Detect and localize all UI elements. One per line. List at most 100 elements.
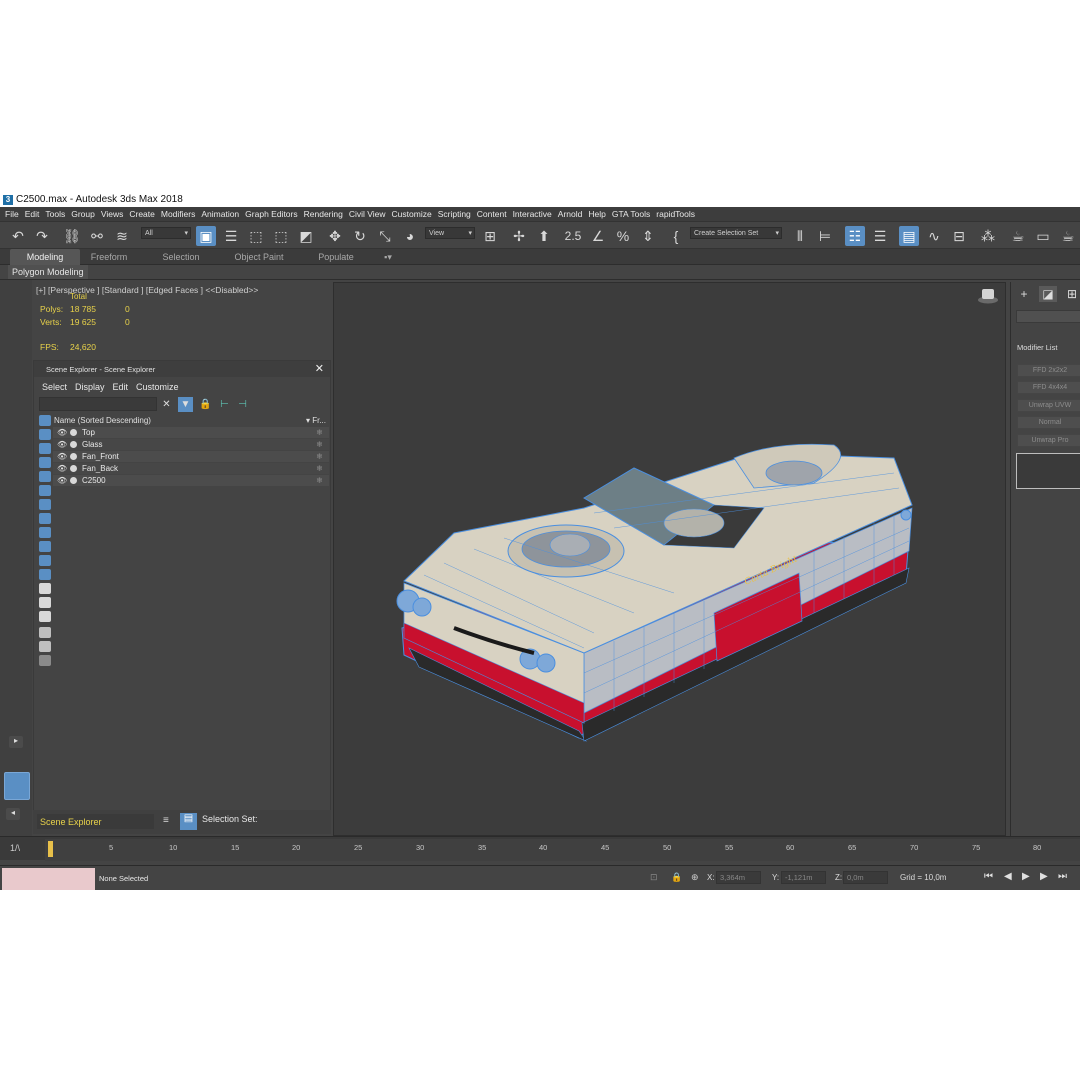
schematic-view-icon[interactable]: ⊟ [949,226,969,246]
freeze-icon[interactable]: ❄ [316,440,323,449]
timeline-track[interactable]: 5 10 15 20 25 30 35 40 45 50 55 60 65 70… [45,839,1080,861]
list-item[interactable]: 👁 Top ❄ [53,427,329,438]
menu-interactive[interactable]: Interactive [513,209,552,219]
selection-filter-dropdown[interactable]: All [141,227,191,239]
go-to-end-icon[interactable]: ⏭ [1058,871,1067,882]
menu-tools[interactable]: Tools [45,209,65,219]
scene-explorer-dropdown[interactable]: Scene Explorer [37,814,154,829]
modifier-ffd-2x2x2[interactable]: FFD 2x2x2 [1017,364,1080,377]
use-pivot-center-icon[interactable]: ⊞ [480,226,500,246]
column-frozen[interactable]: ▾ Fr... [306,416,326,425]
x-coordinate-field[interactable]: 3,364m [716,871,761,884]
named-selection-icon[interactable]: { [666,226,686,246]
time-slider-handle[interactable] [48,841,53,857]
freeze-icon[interactable]: ❄ [316,476,323,485]
modifier-unwrap-pro[interactable]: Unwrap Pro [1017,434,1080,447]
menu-scripting[interactable]: Scripting [438,209,471,219]
selection-set-dropdown[interactable]: Create Selection Set [690,227,782,239]
selection-lock-icon[interactable]: 🔒 [671,872,682,883]
modifier-unwrap-uvw[interactable]: Unwrap UVW [1017,399,1080,412]
ref-coord-dropdown[interactable]: View [425,227,475,239]
filter-containers-icon[interactable] [39,541,51,552]
move-icon[interactable]: ✥ [325,226,345,246]
tab-modeling[interactable]: Modeling [10,249,80,265]
select-manipulate-icon[interactable]: ◩ [296,226,316,246]
eye-icon[interactable]: 👁 [57,428,67,437]
explorer-search-input[interactable] [39,397,157,411]
filter-xrefs-icon[interactable] [39,513,51,524]
menu-group[interactable]: Group [71,209,95,219]
clear-search-icon[interactable]: ✕ [159,397,174,412]
freeze-icon[interactable]: ❄ [316,452,323,461]
modifier-normal[interactable]: Normal [1017,416,1080,429]
layer-explorer-icon[interactable]: ☰ [870,226,890,246]
render-dot-icon[interactable] [70,441,77,448]
object-name[interactable]: C2500 [82,476,106,485]
percent-snap-icon[interactable]: % [613,226,633,246]
link-icon[interactable]: ⛓ [62,226,82,246]
angle-snap-icon[interactable]: ∠ [588,226,608,246]
menu-rendering[interactable]: Rendering [304,209,343,219]
menu-gta-tools[interactable]: GTA Tools [612,209,650,219]
go-to-start-icon[interactable]: ⏮ [984,871,993,882]
play-icon[interactable]: ▶ [1022,871,1030,882]
filter-hidden-icon[interactable] [39,569,51,580]
select-object-icon[interactable]: ▣ [196,226,216,246]
curve-editor-icon[interactable]: ∿ [924,226,944,246]
mirror-icon[interactable]: ⫴ [790,226,810,246]
filter-bones-icon[interactable] [39,527,51,538]
subtab-polygon-modeling[interactable]: Polygon Modeling [8,265,88,279]
explorer-column-header[interactable]: Name (Sorted Descending) ▾ Fr... [53,415,329,426]
filter-groups-icon[interactable] [39,499,51,510]
align-icon[interactable]: ⊨ [815,226,835,246]
render-icon[interactable]: ☕ [1058,226,1078,246]
hierarchy-tab-icon[interactable]: ⊞ [1063,286,1080,302]
next-frame-icon[interactable]: ▶ [1040,871,1048,882]
selection-set-icon[interactable]: ▤ [180,813,197,830]
freeze-icon[interactable]: ❄ [316,464,323,473]
viewcube-icon[interactable] [977,287,999,305]
timeline[interactable]: 1/\ 5 10 15 20 25 30 35 40 45 50 55 60 6… [0,836,1080,861]
filter-cameras-icon[interactable] [39,457,51,468]
pivot-icon[interactable]: ◕ [400,226,420,246]
expand-arrow-icon[interactable]: ▸ [9,736,23,748]
render-dot-icon[interactable] [70,465,77,472]
z-coordinate-field[interactable]: 0,0m [843,871,888,884]
explorer-menu-edit[interactable]: Edit [113,382,129,392]
menu-edit[interactable]: Edit [25,209,40,219]
modifier-ffd-4x4x4[interactable]: FFD 4x4x4 [1017,381,1080,394]
menu-modifiers[interactable]: Modifiers [161,209,195,219]
scene-explorer-title[interactable]: Scene Explorer - Scene Explorer [34,361,330,377]
menu-help[interactable]: Help [588,209,605,219]
tab-freeform[interactable]: Freeform [80,249,138,265]
render-frame-icon[interactable]: ▭ [1033,226,1053,246]
absolute-mode-icon[interactable]: ⊕ [691,872,699,883]
render-dot-icon[interactable] [70,453,77,460]
viewport-layout-icon[interactable] [4,772,30,800]
hierarchy-expand-icon[interactable]: ⊢ [217,397,232,412]
modify-tab-icon[interactable]: ◪ [1039,286,1057,302]
tab-object-paint[interactable]: Object Paint [226,249,292,265]
menu-graph-editors[interactable]: Graph Editors [245,209,297,219]
list-item[interactable]: 👁 Fan_Back ❄ [53,463,329,474]
tab-selection[interactable]: Selection [150,249,212,265]
filter-funnel-2-icon[interactable] [39,641,51,652]
menu-views[interactable]: Views [101,209,124,219]
create-tab-icon[interactable]: + [1015,286,1033,302]
y-coordinate-field[interactable]: -1,121m [781,871,826,884]
snaps-toggle-icon[interactable]: 2.5 [563,226,583,246]
menu-civil-view[interactable]: Civil View [349,209,386,219]
filter-shapes-icon[interactable] [39,429,51,440]
list-item[interactable]: 👁 C2500 ❄ [53,475,329,486]
select-by-name-icon[interactable]: ☰ [221,226,241,246]
list-item[interactable]: 👁 Fan_Front ❄ [53,451,329,462]
eye-icon[interactable]: 👁 [57,476,67,485]
collapse-arrow-icon[interactable]: ◂ [6,808,20,820]
spinner-snap-icon[interactable]: ⇕ [638,226,658,246]
filter-frozen-icon[interactable] [39,555,51,566]
eye-icon[interactable]: 👁 [57,464,67,473]
material-editor-icon[interactable]: ⁂ [978,226,998,246]
filter-lights-icon[interactable] [39,443,51,454]
explorer-menu-display[interactable]: Display [75,382,105,392]
filter-helpers-icon[interactable] [39,471,51,482]
